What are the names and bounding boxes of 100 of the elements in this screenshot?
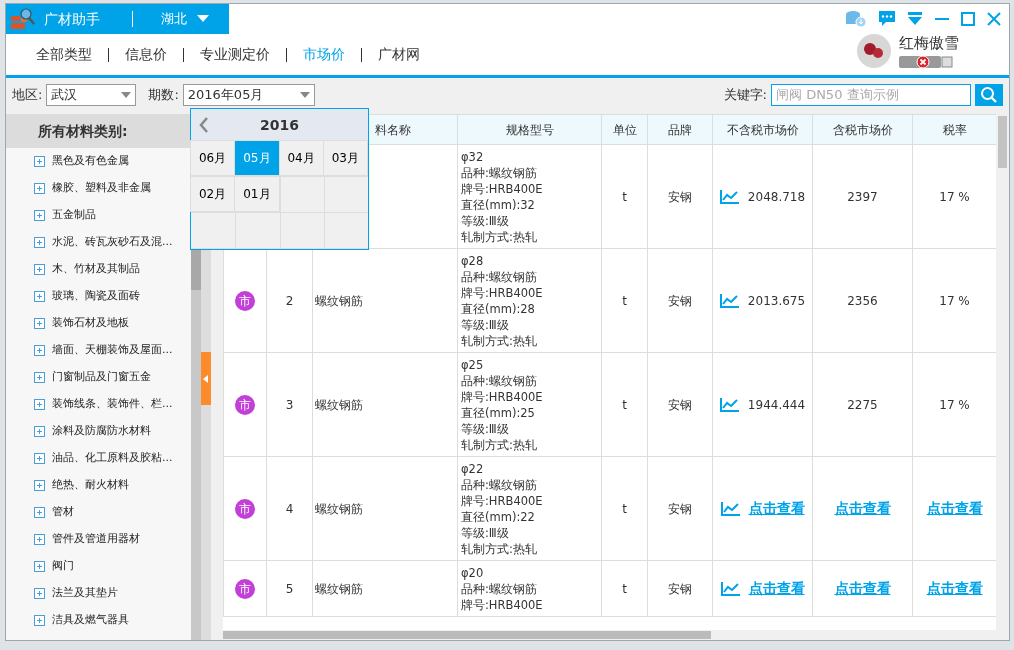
brand-text: 安钢 <box>668 397 692 412</box>
picker-year: 2016 <box>259 115 300 135</box>
expand-icon[interactable] <box>34 561 45 572</box>
search-button[interactable] <box>975 83 1003 106</box>
expand-icon[interactable] <box>34 480 45 491</box>
market-badge: 市 <box>235 498 255 519</box>
trend-chart-icon[interactable] <box>720 581 741 596</box>
expand-icon[interactable] <box>34 399 45 410</box>
maximize-icon[interactable] <box>961 12 975 26</box>
column-header: 税率 <box>912 114 996 145</box>
material-name: 螺纹钢筋 <box>315 501 363 516</box>
period-label: 期数: <box>148 85 179 104</box>
expand-icon[interactable] <box>34 237 45 248</box>
spec-text: φ28 品种:螺纹钢筋 牌号:HRB400E 直径(mm):28 等级:Ⅲ级 轧制方式:热轧 <box>461 252 544 349</box>
area-label: 地区: <box>12 85 43 104</box>
month-cell[interactable]: 04月 <box>278 140 324 176</box>
expand-icon[interactable] <box>34 318 45 329</box>
brand-text: 安钢 <box>668 189 692 204</box>
brand-text: 安钢 <box>668 581 692 596</box>
spec-text: φ25 品种:螺纹钢筋 牌号:HRB400E 直径(mm):25 等级:Ⅲ级 轧制方式:热轧 <box>461 356 544 453</box>
category-item[interactable]: 管件及管道用器材 <box>6 526 191 553</box>
row-number: 4 <box>285 501 294 516</box>
expand-icon[interactable] <box>34 345 45 356</box>
expand-icon[interactable] <box>34 264 45 275</box>
category-item[interactable]: 管材 <box>6 499 191 526</box>
trend-chart-icon[interactable] <box>719 293 740 308</box>
month-cell[interactable]: 02月 <box>190 176 236 212</box>
material-name: 螺纹钢筋 <box>315 397 363 412</box>
expand-icon[interactable] <box>34 210 45 221</box>
price-text: 17 % <box>939 189 970 204</box>
market-badge: 市 <box>235 290 255 311</box>
column-header: 不含税市场价 <box>712 114 813 145</box>
category-item[interactable]: 阀门 <box>6 553 191 580</box>
nav-tab[interactable]: 专业测定价 <box>196 44 274 65</box>
period-select[interactable]: 2016年05月 <box>182 83 315 106</box>
unit-text: t <box>622 189 627 204</box>
category-item[interactable]: 涂料及防腐防水材料 <box>6 418 191 445</box>
trend-chart-icon[interactable] <box>719 189 740 204</box>
expand-icon[interactable] <box>34 588 45 599</box>
unit-text: t <box>622 293 627 308</box>
database-download-icon[interactable] <box>845 10 867 28</box>
trend-chart-icon[interactable] <box>719 397 740 412</box>
column-header: 品牌 <box>647 114 713 145</box>
nav-tab[interactable]: 广材网 <box>374 44 424 65</box>
status-toggle-icon[interactable] <box>899 54 953 69</box>
expand-icon[interactable] <box>34 426 45 437</box>
brand-text: 安钢 <box>668 293 692 308</box>
expand-icon[interactable] <box>34 615 45 626</box>
dropdown-icon[interactable] <box>907 12 923 26</box>
expand-icon[interactable] <box>34 291 45 302</box>
category-item[interactable]: 黑色及有色金属 <box>6 148 191 175</box>
expand-icon[interactable] <box>34 156 45 167</box>
category-item[interactable]: 门窗制品及门窗五金 <box>6 364 191 391</box>
unit-text: t <box>622 397 627 412</box>
material-name: 螺纹钢筋 <box>315 293 363 308</box>
expand-icon[interactable] <box>34 372 45 383</box>
area-select[interactable]: 武汉 <box>46 83 137 106</box>
spec-text: φ32 品种:螺纹钢筋 牌号:HRB400E 直径(mm):32 等级:Ⅲ级 轧制方式:热轧 <box>461 148 544 245</box>
month-cell[interactable]: 03月 <box>322 140 368 176</box>
category-item[interactable]: 油品、化工原料及胶粘... <box>6 445 191 472</box>
category-item[interactable]: 玻璃、陶瓷及面砖 <box>6 283 191 310</box>
category-item[interactable]: 装饰石材及地板 <box>6 310 191 337</box>
chat-icon[interactable] <box>879 11 895 27</box>
vertical-scrollbar[interactable] <box>996 114 1009 630</box>
price-text: 2048.718 <box>747 188 806 206</box>
category-item[interactable]: 绝热、耐火材料 <box>6 472 191 499</box>
category-item[interactable]: 墙面、天棚装饰及屋面... <box>6 337 191 364</box>
category-item[interactable]: 装饰线条、装饰件、栏... <box>6 391 191 418</box>
column-header: 单位 <box>601 114 648 145</box>
caret-icon[interactable] <box>121 91 132 98</box>
brand-text: 安钢 <box>668 501 692 516</box>
expand-icon[interactable] <box>34 453 45 464</box>
category-item[interactable]: 法兰及其垫片 <box>6 580 191 607</box>
expand-icon[interactable] <box>34 507 45 518</box>
price-text: 2356 <box>847 293 878 308</box>
spec-text: φ20 品种:螺纹钢筋 牌号:HRB400E <box>461 564 544 613</box>
material-name: 螺纹钢筋 <box>315 581 363 596</box>
caret-icon[interactable] <box>197 15 209 23</box>
month-cell[interactable]: 01月 <box>234 176 280 212</box>
caret-icon[interactable] <box>299 91 310 98</box>
category-item[interactable]: 洁具及燃气器具 <box>6 607 191 634</box>
unit-text: t <box>622 581 627 596</box>
nav-tab[interactable]: 信息价 <box>121 44 171 65</box>
trend-chart-icon[interactable] <box>720 501 741 516</box>
month-cell[interactable]: 06月 <box>190 140 236 176</box>
expand-icon[interactable] <box>34 183 45 194</box>
price-text: 17 % <box>939 397 970 412</box>
category-item[interactable]: 五金制品 <box>6 202 191 229</box>
category-item[interactable]: 木、竹材及其制品 <box>6 256 191 283</box>
unit-text: t <box>622 501 627 516</box>
market-badge: 市 <box>235 394 255 415</box>
close-icon[interactable] <box>987 12 1001 26</box>
category-item[interactable]: 水泥、砖瓦灰砂石及混... <box>6 229 191 256</box>
market-badge: 市 <box>235 578 255 599</box>
category-item[interactable]: 橡胶、塑料及非金属 <box>6 175 191 202</box>
keyword-field[interactable]: 闸阀 DN50 查询示例 <box>771 83 971 106</box>
collapse-handle[interactable] <box>201 352 211 405</box>
avatar-icon[interactable] <box>857 33 891 68</box>
expand-icon[interactable] <box>34 534 45 545</box>
nav-tab[interactable]: 全部类型 <box>32 44 96 65</box>
